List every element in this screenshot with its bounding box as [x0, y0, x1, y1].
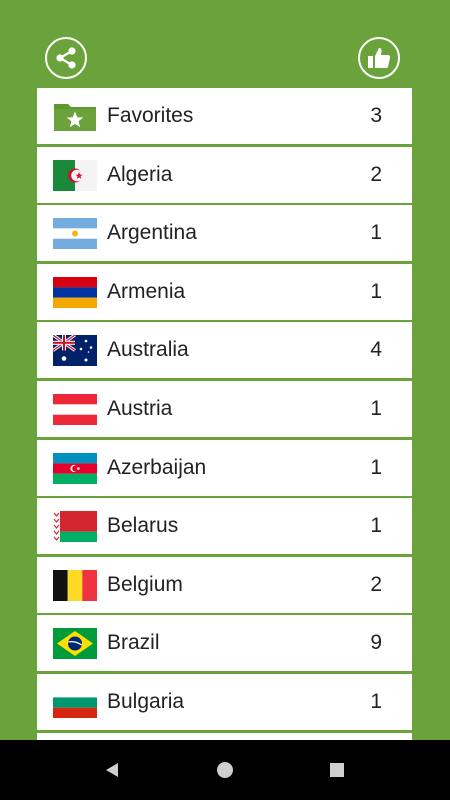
- australia-flag-icon: [53, 335, 97, 367]
- brazil-flag-icon: [53, 628, 97, 660]
- list-item[interactable]: [37, 732, 412, 740]
- list-item[interactable]: Argentina 1: [37, 205, 412, 262]
- home-button[interactable]: [215, 760, 235, 780]
- recents-square-icon: [330, 763, 344, 777]
- item-count: 2: [370, 572, 382, 596]
- thumbs-up-icon: [368, 48, 391, 68]
- bulgaria-flag-icon: [53, 686, 97, 718]
- country-name: Australia: [107, 338, 189, 362]
- item-count: 1: [370, 514, 382, 538]
- list-item[interactable]: Azerbaijan 1: [37, 439, 412, 496]
- country-name: Brazil: [107, 631, 160, 655]
- item-count: 1: [370, 455, 382, 479]
- list-item[interactable]: Belgium 2: [37, 556, 412, 613]
- country-name: Favorites: [107, 104, 194, 127]
- list-item[interactable]: Favorites 3: [37, 88, 412, 144]
- list-item[interactable]: Bulgaria 1: [37, 673, 412, 730]
- country-name: Argentina: [107, 221, 197, 245]
- item-count: 3: [370, 104, 382, 127]
- item-count: 1: [370, 279, 382, 303]
- country-name: Austria: [107, 396, 173, 420]
- item-count: 1: [370, 689, 382, 713]
- country-name: Armenia: [107, 279, 186, 303]
- share-icon: [56, 47, 76, 69]
- share-button[interactable]: [45, 37, 87, 79]
- item-count: 4: [370, 338, 382, 362]
- top-bar: [0, 0, 450, 88]
- list-item[interactable]: Algeria 2: [37, 146, 412, 203]
- armenia-flag-icon: [53, 276, 97, 308]
- item-count: 1: [370, 396, 382, 420]
- argentina-flag-icon: [53, 218, 97, 250]
- list-item[interactable]: Brazil 9: [37, 615, 412, 672]
- item-count: 9: [370, 631, 382, 655]
- azerbaijan-flag-icon: [53, 452, 97, 484]
- belgium-flag-icon: [53, 569, 97, 601]
- recents-button[interactable]: [327, 760, 347, 780]
- home-circle-icon: [217, 762, 233, 778]
- back-triangle-icon: [106, 763, 118, 777]
- country-list[interactable]: Favorites 3 Algeria 2 Argentina 1 Armeni…: [37, 88, 412, 740]
- list-item[interactable]: Austria 1: [37, 380, 412, 437]
- list-item[interactable]: Belarus 1: [37, 498, 412, 555]
- austria-flag-icon: [53, 393, 97, 425]
- country-name: Algeria: [107, 162, 173, 186]
- country-name: Bulgaria: [107, 689, 185, 713]
- list-item[interactable]: Armenia 1: [37, 263, 412, 320]
- item-count: 2: [370, 162, 382, 186]
- country-name: Azerbaijan: [107, 455, 207, 479]
- back-button[interactable]: [102, 760, 122, 780]
- country-name: Belgium: [107, 572, 183, 596]
- belarus-flag-icon: [53, 511, 97, 543]
- country-name: Belarus: [107, 514, 179, 538]
- list-item[interactable]: Australia 4: [37, 322, 412, 379]
- favorites-folder-star-icon: [53, 101, 97, 132]
- like-button[interactable]: [358, 37, 400, 79]
- item-count: 1: [370, 221, 382, 245]
- algeria-flag-icon: [53, 159, 97, 191]
- system-nav-bar: [0, 740, 450, 800]
